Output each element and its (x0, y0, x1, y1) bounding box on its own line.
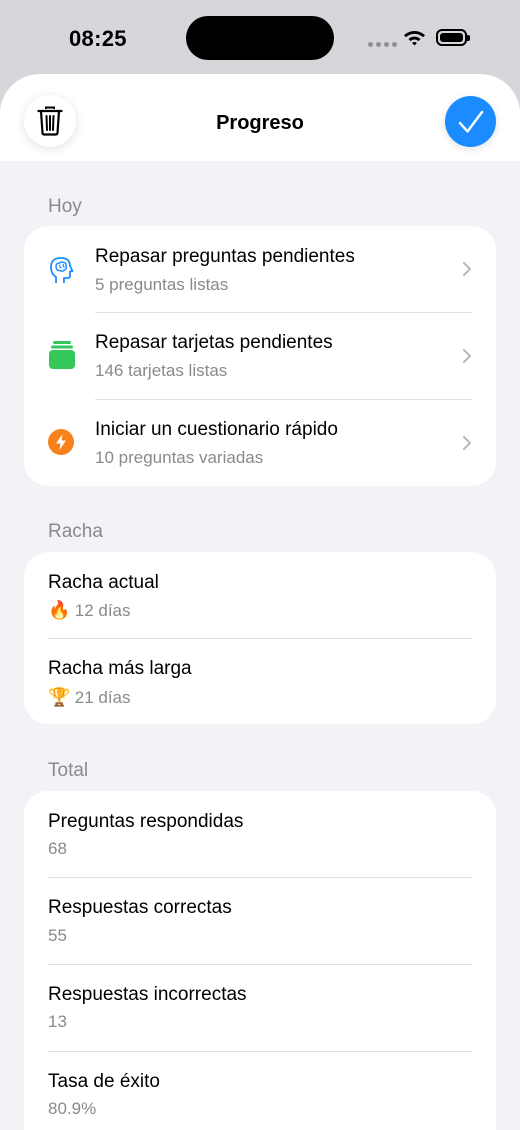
battery-icon (436, 29, 470, 46)
chevron-right-icon (463, 349, 471, 363)
streak-longest: Racha más larga 🏆 21 días (24, 639, 496, 724)
list-item-subtitle: 10 preguntas variadas (95, 448, 264, 467)
stat-title: Tasa de éxito (48, 1071, 160, 1092)
stat-row: Respuestas correctas 55 (24, 878, 496, 964)
sheet-header: Progreso (0, 74, 520, 161)
status-bar: 08:25 (0, 0, 520, 74)
done-button[interactable] (445, 96, 496, 147)
status-time: 08:25 (69, 26, 127, 51)
stat-row: Respuestas incorrectas 13 (24, 965, 496, 1051)
page-title: Progreso (216, 112, 304, 134)
list-item-title: Iniciar un cuestionario rápido (95, 419, 338, 440)
stat-value: 80.9% (48, 1099, 97, 1118)
list-item-review-cards[interactable]: Repasar tarjetas pendientes 146 tarjetas… (24, 313, 496, 399)
stat-value: 🏆 21 días (48, 687, 131, 707)
stat-value: 55 (48, 926, 67, 945)
stat-row: Preguntas respondidas 68 (24, 791, 496, 877)
stat-value: 🔥 12 días (48, 600, 131, 620)
chevron-right-icon (463, 262, 471, 276)
list-item-subtitle: 146 tarjetas listas (95, 361, 228, 380)
streak-card: Racha actual 🔥 12 días Racha más larga 🏆… (24, 552, 496, 724)
section-label-streak: Racha (48, 521, 103, 542)
section-label-today: Hoy (48, 196, 82, 217)
stat-title: Respuestas incorrectas (48, 984, 247, 1005)
streak-current: Racha actual 🔥 12 días (24, 552, 496, 638)
stat-title: Respuestas correctas (48, 897, 232, 918)
list-item-quick-quiz[interactable]: Iniciar un cuestionario rápido 10 pregun… (24, 400, 496, 486)
today-card: Repasar preguntas pendientes 5 preguntas… (24, 226, 496, 486)
checkmark-icon (458, 110, 483, 133)
stat-title: Preguntas respondidas (48, 811, 244, 832)
brain-head-icon (50, 257, 74, 283)
list-item-title: Repasar preguntas pendientes (95, 246, 355, 267)
list-item-review-questions[interactable]: Repasar preguntas pendientes 5 preguntas… (24, 226, 496, 312)
total-card: Preguntas respondidas 68 Respuestas corr… (24, 791, 496, 1130)
list-item-subtitle: 5 preguntas listas (95, 275, 229, 294)
section-label-total: Total (48, 760, 89, 781)
stat-title: Racha más larga (48, 658, 192, 679)
wifi-icon (404, 31, 425, 46)
stat-value: 68 (48, 839, 67, 858)
progress-sheet: Progreso Hoy Repasar preguntas pendiente… (0, 74, 520, 1130)
bolt-icon (48, 429, 74, 455)
list-item-title: Repasar tarjetas pendientes (95, 332, 333, 353)
stat-value: 13 (48, 1012, 67, 1031)
cards-stack-icon (49, 341, 75, 369)
trophy-icon: 🏆 (48, 687, 71, 707)
stat-title: Racha actual (48, 572, 159, 593)
dynamic-island (186, 16, 334, 60)
cellular-signal-icon (368, 42, 397, 47)
stat-row: Tasa de éxito 80.9% (24, 1052, 496, 1130)
chevron-right-icon (463, 436, 471, 450)
fire-icon: 🔥 (48, 600, 71, 620)
